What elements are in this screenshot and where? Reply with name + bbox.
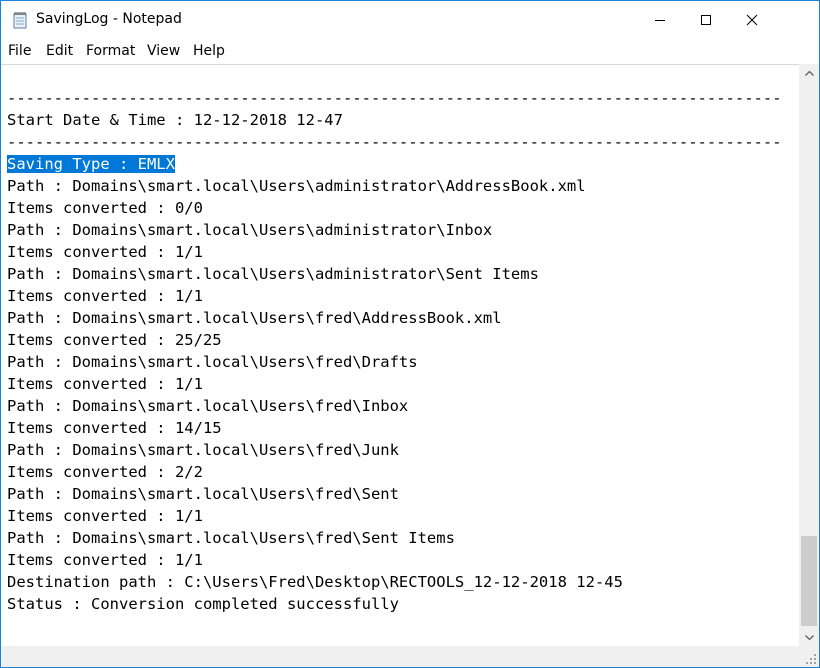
text-line: Items converted : 2/2: [7, 461, 203, 483]
text-line: ----------------------------------------…: [7, 87, 782, 109]
menu-format[interactable]: Format: [86, 43, 135, 59]
line-text: Path : Domains\smart.local\Users\fred\In…: [7, 397, 409, 415]
text-line: Status : Conversion completed successful…: [7, 593, 399, 615]
line-text: Items converted : 25/25: [7, 331, 222, 349]
status-bar: [1, 646, 819, 667]
line-text: Items converted : 2/2: [7, 463, 203, 481]
text-editor[interactable]: ----------------------------------------…: [1, 64, 799, 647]
maximize-button[interactable]: [683, 1, 729, 39]
line-text: Path : Domains\smart.local\Users\fred\Se…: [7, 485, 399, 503]
scrollbar-thumb[interactable]: [801, 536, 817, 626]
text-line: Path : Domains\smart.local\Users\fred\Dr…: [7, 351, 418, 373]
text-line: Items converted : 1/1: [7, 505, 203, 527]
text-line: Path : Domains\smart.local\Users\fred\Se…: [7, 527, 455, 549]
text-line: Items converted : 25/25: [7, 329, 222, 351]
text-line: Items converted : 1/1: [7, 549, 203, 571]
text-line: Saving Type : EMLX: [7, 153, 175, 175]
text-line: Items converted : 0/0: [7, 197, 203, 219]
text-line: Path : Domains\smart.local\Users\fred\Se…: [7, 483, 399, 505]
text-line: Items converted : 1/1: [7, 241, 203, 263]
line-text: Items converted : 1/1: [7, 375, 203, 393]
line-text: Items converted : 1/1: [7, 551, 203, 569]
line-text: Items converted : 14/15: [7, 419, 222, 437]
minimize-button[interactable]: [637, 1, 683, 39]
line-text: Path : Domains\smart.local\Users\adminis…: [7, 265, 539, 283]
menu-file[interactable]: File: [8, 43, 31, 59]
text-line: Path : Domains\smart.local\Users\adminis…: [7, 219, 492, 241]
line-text: Path : Domains\smart.local\Users\adminis…: [7, 221, 493, 239]
notepad-window: SavingLog - Notepad File Edit Format Vie…: [0, 0, 820, 668]
text-line: ----------------------------------------…: [7, 131, 782, 153]
notepad-icon: [13, 12, 27, 29]
line-text: Destination path : C:\Users\Fred\Desktop…: [7, 573, 623, 591]
menu-view[interactable]: View: [147, 43, 180, 59]
line-text: Items converted : 1/1: [7, 243, 203, 261]
line-text: Path : Domains\smart.local\Users\fred\Dr…: [7, 353, 418, 371]
resize-grip-icon[interactable]: [805, 653, 817, 665]
selected-text: Saving Type : EMLX: [7, 155, 175, 173]
menu-bar: File Edit Format View Help: [1, 39, 819, 63]
vertical-scrollbar[interactable]: [799, 64, 819, 646]
window-title: SavingLog - Notepad: [36, 11, 182, 27]
line-text: Path : Domains\smart.local\Users\fred\Ad…: [7, 309, 502, 327]
text-line: Path : Domains\smart.local\Users\fred\Ju…: [7, 439, 399, 461]
text-line: Items converted : 14/15: [7, 417, 222, 439]
close-icon: [746, 14, 758, 26]
text-line: Path : Domains\smart.local\Users\fred\Ad…: [7, 307, 502, 329]
title-bar[interactable]: SavingLog - Notepad: [1, 1, 819, 39]
line-text: Items converted : 1/1: [7, 287, 203, 305]
text-line: Items converted : 1/1: [7, 373, 203, 395]
line-text: Path : Domains\smart.local\Users\fred\Se…: [7, 529, 455, 547]
scroll-up-icon: [804, 70, 814, 76]
text-line: Items converted : 1/1: [7, 285, 203, 307]
menu-help[interactable]: Help: [193, 43, 225, 59]
close-button[interactable]: [729, 1, 775, 39]
scroll-down-button[interactable]: [799, 629, 819, 646]
text-line: Path : Domains\smart.local\Users\fred\In…: [7, 395, 408, 417]
maximize-icon: [701, 15, 711, 25]
scroll-up-button[interactable]: [799, 64, 819, 81]
text-line: Path : Domains\smart.local\Users\adminis…: [7, 175, 586, 197]
minimize-icon: [655, 20, 665, 21]
line-text: Path : Domains\smart.local\Users\adminis…: [7, 177, 586, 195]
line-text: Path : Domains\smart.local\Users\fred\Ju…: [7, 441, 399, 459]
line-text: Status : Conversion completed successful…: [7, 595, 399, 613]
menu-edit[interactable]: Edit: [46, 43, 73, 59]
line-text: ----------------------------------------…: [7, 133, 782, 151]
line-text: ----------------------------------------…: [7, 89, 782, 107]
text-line: Start Date & Time : 12-12-2018 12-47: [7, 109, 343, 131]
line-text: Items converted : 0/0: [7, 199, 203, 217]
line-text: Start Date & Time : 12-12-2018 12-47: [7, 111, 343, 129]
text-line: Destination path : C:\Users\Fred\Desktop…: [7, 571, 623, 593]
scroll-down-icon: [804, 634, 814, 640]
line-text: Items converted : 1/1: [7, 507, 203, 525]
text-line: Path : Domains\smart.local\Users\adminis…: [7, 263, 539, 285]
